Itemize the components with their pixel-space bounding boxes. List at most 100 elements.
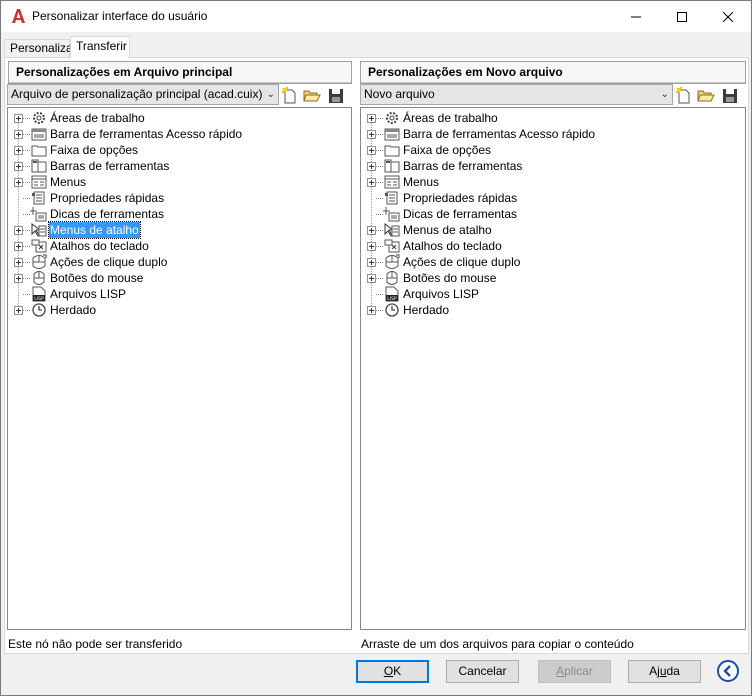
tree-node[interactable]: LISP Arquivos LISP bbox=[8, 286, 351, 302]
left-file-combo[interactable]: Arquivo de personalização principal (aca… bbox=[7, 84, 279, 105]
tree-node-label: Herdado bbox=[403, 303, 450, 317]
tree-node-label: Barras de ferramentas bbox=[50, 159, 170, 173]
left-panel-title: Personalizações em Arquivo principal bbox=[16, 65, 233, 79]
tree-node[interactable]: Barras de ferramentas bbox=[361, 158, 745, 174]
expand-plus-icon[interactable] bbox=[14, 258, 23, 267]
lisp-files-icon: LISP bbox=[385, 286, 399, 302]
save-icon[interactable] bbox=[327, 87, 345, 105]
tree-node[interactable]: Faixa de opções bbox=[8, 142, 351, 158]
ok-button[interactable]: OK bbox=[356, 660, 429, 683]
tree-node[interactable]: Barra de ferramentas Acesso rápido bbox=[8, 126, 351, 142]
collapse-panel-button[interactable] bbox=[717, 660, 739, 682]
tree-node-label: Menus de atalho bbox=[48, 221, 141, 239]
expand-plus-icon[interactable] bbox=[367, 226, 376, 235]
tree-node[interactable]: Faixa de opções bbox=[361, 142, 745, 158]
tree-branch-line bbox=[376, 214, 383, 215]
expand-plus-icon[interactable] bbox=[14, 226, 23, 235]
close-button[interactable] bbox=[705, 1, 751, 32]
right-tree-view[interactable]: Áreas de trabalho Barra de ferramentas Ac… bbox=[360, 107, 746, 630]
tree-branch-line bbox=[23, 262, 30, 263]
tree-node[interactable]: Propriedades rápidas bbox=[361, 190, 745, 206]
cancel-button[interactable]: Cancelar bbox=[446, 660, 519, 683]
tree-node[interactable]: Dicas de ferramentas bbox=[361, 206, 745, 222]
tree-node[interactable]: Botões do mouse bbox=[8, 270, 351, 286]
tree-branch-line bbox=[376, 230, 383, 231]
ribbon-icon bbox=[384, 145, 400, 157]
tree-node[interactable]: Barras de ferramentas bbox=[8, 158, 351, 174]
expand-plus-icon[interactable] bbox=[367, 114, 376, 123]
maximize-button[interactable] bbox=[659, 1, 705, 32]
tree-node[interactable]: Propriedades rápidas bbox=[8, 190, 351, 206]
expand-plus-icon[interactable] bbox=[367, 258, 376, 267]
tree-branch-line bbox=[23, 214, 30, 215]
save-icon[interactable] bbox=[721, 87, 739, 105]
tree-node[interactable]: Atalhos do teclado bbox=[8, 238, 351, 254]
expand-plus-icon[interactable] bbox=[367, 146, 376, 155]
expand-plus-icon[interactable] bbox=[14, 130, 23, 139]
chevron-down-icon: ⌄ bbox=[266, 89, 275, 100]
tree-branch-line bbox=[376, 118, 383, 119]
tree-node[interactable]: Dicas de ferramentas bbox=[8, 206, 351, 222]
expand-plus-icon[interactable] bbox=[14, 114, 23, 123]
tree-node-label: Menus de atalho bbox=[403, 223, 492, 237]
autocad-app-icon bbox=[12, 9, 25, 23]
tree-branch-line bbox=[376, 278, 383, 279]
open-folder-icon[interactable] bbox=[303, 87, 321, 105]
tree-branch-line bbox=[23, 182, 30, 183]
tree-node-label: Dicas de ferramentas bbox=[50, 207, 165, 221]
expand-plus-icon[interactable] bbox=[14, 146, 23, 155]
tree-node-label: Arquivos LISP bbox=[403, 287, 480, 301]
tree-branch-line bbox=[23, 278, 30, 279]
new-file-icon[interactable] bbox=[281, 87, 299, 105]
menus-icon bbox=[384, 175, 400, 189]
expand-plus-icon[interactable] bbox=[14, 274, 23, 283]
tree-node-label: Arquivos LISP bbox=[50, 287, 127, 301]
right-file-combo[interactable]: Novo arquivo ⌄ bbox=[360, 84, 673, 105]
minimize-button[interactable] bbox=[613, 1, 659, 32]
expand-plus-icon[interactable] bbox=[367, 162, 376, 171]
right-panel-header: Personalizações em Novo arquivo bbox=[360, 61, 746, 84]
tree-node[interactable]: Áreas de trabalho bbox=[8, 110, 351, 126]
expand-plus-icon[interactable] bbox=[367, 274, 376, 283]
expand-plus-icon[interactable] bbox=[14, 178, 23, 187]
tree-node[interactable]: Ações de clique duplo bbox=[361, 254, 745, 270]
expand-plus-icon[interactable] bbox=[367, 306, 376, 315]
tree-node[interactable]: Herdado bbox=[8, 302, 351, 318]
tree-branch-line bbox=[376, 134, 383, 135]
tree-node[interactable]: Ações de clique duplo bbox=[8, 254, 351, 270]
tree-node[interactable]: LISP Arquivos LISP bbox=[361, 286, 745, 302]
tooltips-icon bbox=[30, 207, 47, 222]
tree-node[interactable]: Barra de ferramentas Acesso rápido bbox=[361, 126, 745, 142]
expand-plus-icon[interactable] bbox=[14, 162, 23, 171]
new-file-icon[interactable] bbox=[675, 87, 693, 105]
left-panel-header: Personalizações em Arquivo principal bbox=[8, 61, 352, 84]
customize-ui-dialog: Personalizar interface do usuário Person… bbox=[0, 0, 752, 696]
tree-node[interactable]: Menus de atalho bbox=[8, 221, 351, 239]
tree-node[interactable]: Áreas de trabalho bbox=[361, 110, 745, 126]
tree-branch-line bbox=[23, 118, 30, 119]
tree-node[interactable]: Herdado bbox=[361, 302, 745, 318]
right-status-text: Arraste de um dos arquivos para copiar o… bbox=[361, 637, 634, 651]
apply-mnemonic: A bbox=[556, 664, 565, 678]
help-button[interactable]: Ajuda bbox=[628, 660, 701, 683]
tree-node[interactable]: Menus bbox=[361, 174, 745, 190]
apply-button[interactable]: Aplicar bbox=[538, 660, 611, 683]
tab-personalizar[interactable]: Personalizar bbox=[4, 39, 77, 58]
tab-transferir[interactable]: Transferir bbox=[70, 36, 130, 58]
tree-node-label: Ações de clique duplo bbox=[50, 255, 168, 269]
chevron-down-icon: ⌄ bbox=[660, 89, 669, 100]
expand-plus-icon[interactable] bbox=[14, 242, 23, 251]
tree-node[interactable]: Botões do mouse bbox=[361, 270, 745, 286]
tree-node[interactable]: Menus bbox=[8, 174, 351, 190]
expand-plus-icon[interactable] bbox=[367, 178, 376, 187]
open-folder-icon[interactable] bbox=[697, 87, 715, 105]
expand-plus-icon[interactable] bbox=[367, 130, 376, 139]
expand-plus-icon[interactable] bbox=[14, 306, 23, 315]
tree-node-label: Menus bbox=[403, 175, 440, 189]
double-click-icon bbox=[385, 254, 400, 269]
mouse-buttons-icon bbox=[386, 271, 398, 285]
expand-plus-icon[interactable] bbox=[367, 242, 376, 251]
left-tree-view[interactable]: Áreas de trabalho Barra de ferramentas Ac… bbox=[7, 107, 352, 630]
tree-node[interactable]: Menus de atalho bbox=[361, 222, 745, 238]
tree-node[interactable]: Atalhos do teclado bbox=[361, 238, 745, 254]
